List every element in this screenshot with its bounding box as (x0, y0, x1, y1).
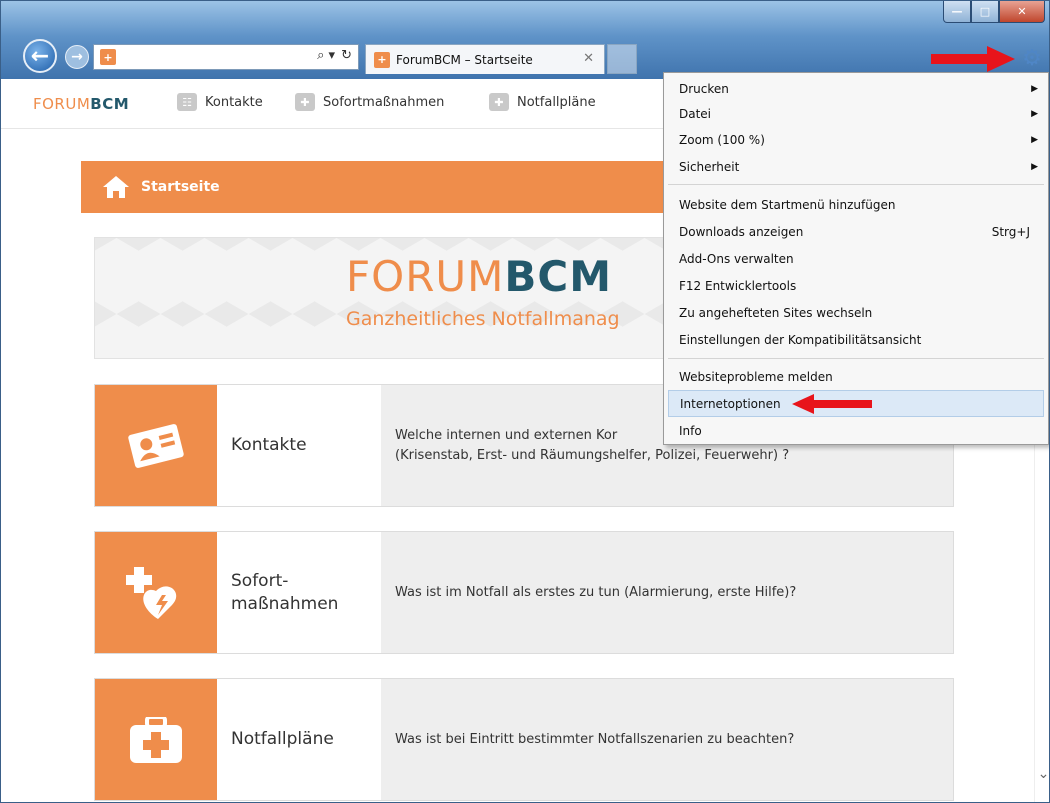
menu-item-sicherheit[interactable]: Sicherheit ▶ (668, 153, 1044, 180)
nav-label: Kontakte (205, 94, 263, 110)
card-description: Was ist im Notfall als erstes zu tun (Al… (395, 584, 797, 600)
submenu-arrow-icon: ▶ (1031, 134, 1038, 145)
card-description: Was ist bei Eintritt bestimmter Notfalls… (395, 731, 795, 747)
menu-item-drucken[interactable]: Drucken ▶ (668, 75, 1044, 102)
close-button[interactable]: ✕ (999, 1, 1045, 23)
menu-separator (668, 358, 1044, 359)
tools-menu: Drucken ▶ Datei ▶ Zoom (100 %) ▶ Sicherheit… (663, 72, 1049, 445)
submenu-arrow-icon: ▶ (1031, 108, 1038, 119)
home-icon[interactable] (103, 176, 129, 198)
menu-item-datei[interactable]: Datei ▶ (668, 100, 1044, 127)
tab-startseite[interactable]: + ForumBCM – Startseite ✕ (365, 44, 605, 74)
submenu-arrow-icon: ▶ (1031, 161, 1038, 172)
card-sofortmassnahmen[interactable]: Sofort- maßnahmen Was ist im Notfall als… (94, 531, 954, 654)
medical-kit-icon: ✚ (489, 93, 509, 111)
breadcrumb-label[interactable]: Startseite (141, 179, 220, 195)
nav-item-kontakte[interactable]: ☷ Kontakte (177, 93, 263, 111)
menu-item-devtools[interactable]: F12 Entwicklertools (668, 272, 1044, 299)
gear-icon[interactable]: ⚙ (1019, 45, 1045, 71)
shortcut-label: Strg+J (991, 224, 1030, 239)
red-arrow-left-icon (792, 394, 872, 414)
tab-close-icon[interactable]: ✕ (583, 51, 594, 66)
address-tools: ⌕ ▾ ↻ (317, 48, 352, 63)
menu-item-addons[interactable]: Add-Ons verwalten (668, 245, 1044, 272)
nav-label: Notfallpläne (517, 94, 596, 110)
menu-item-compat-view[interactable]: Einstellungen der Kompatibilitätsansicht (668, 326, 1044, 353)
search-dropdown-icon[interactable]: ⌕ ▾ (317, 48, 335, 63)
card-title: Kontakte (217, 385, 381, 506)
menu-separator (668, 184, 1044, 185)
tab-title: ForumBCM – Startseite (396, 52, 533, 67)
tab-favicon: + (374, 51, 390, 68)
contact-card-icon: ☷ (177, 93, 197, 111)
menu-item-downloads[interactable]: Downloads anzeigen Strg+J (668, 218, 1044, 245)
address-bar[interactable]: + ⌕ ▾ ↻ (93, 44, 359, 70)
submenu-arrow-icon: ▶ (1031, 83, 1038, 94)
banner-title: FORUMBCM (346, 252, 613, 301)
minimize-button[interactable]: — (943, 1, 971, 23)
first-aid-heart-icon: ✚ (295, 93, 315, 111)
forward-button[interactable]: → (65, 45, 89, 69)
menu-item-zoom[interactable]: Zoom (100 %) ▶ (668, 126, 1044, 153)
medical-kit-icon (95, 679, 217, 800)
banner-subtitle: Ganzheitliches Notfallmanag (346, 308, 620, 330)
nav-label: Sofortmaßnahmen (323, 94, 445, 110)
chevron-down-icon[interactable]: ⌄ (1035, 766, 1049, 782)
menu-item-report-problems[interactable]: Websiteprobleme melden (668, 363, 1044, 390)
browser-window: — □ ✕ ← → + ⌕ ▾ ↻ + ForumBCM – Startseit… (0, 0, 1050, 803)
first-aid-heart-icon (95, 532, 217, 653)
back-button[interactable]: ← (23, 39, 57, 73)
card-title: Notfallpläne (217, 679, 381, 800)
contact-card-icon (95, 385, 217, 506)
card-title: Sofort- maßnahmen (217, 532, 381, 653)
site-logo[interactable]: FORUMBCM (33, 95, 129, 113)
red-arrow-right-icon (931, 46, 1015, 72)
new-tab-button[interactable] (607, 44, 637, 74)
title-bar: — □ ✕ ← → + ⌕ ▾ ↻ + ForumBCM – Startseit… (1, 1, 1049, 79)
maximize-button[interactable]: □ (971, 1, 999, 23)
menu-item-pinned-sites[interactable]: Zu angehefteten Sites wechseln (668, 299, 1044, 326)
nav-item-sofortmassnahmen[interactable]: ✚ Sofortmaßnahmen (295, 93, 444, 111)
window-controls: — □ ✕ (943, 1, 1045, 23)
menu-item-startmenu[interactable]: Website dem Startmenü hinzufügen (668, 191, 1044, 218)
site-favicon: + (100, 49, 116, 65)
card-notfallplaene[interactable]: Notfallpläne Was ist bei Eintritt bestim… (94, 678, 954, 801)
nav-item-notfallplaene[interactable]: ✚ Notfallpläne (489, 93, 596, 111)
refresh-icon[interactable]: ↻ (341, 48, 352, 63)
menu-item-info[interactable]: Info (668, 417, 1044, 444)
